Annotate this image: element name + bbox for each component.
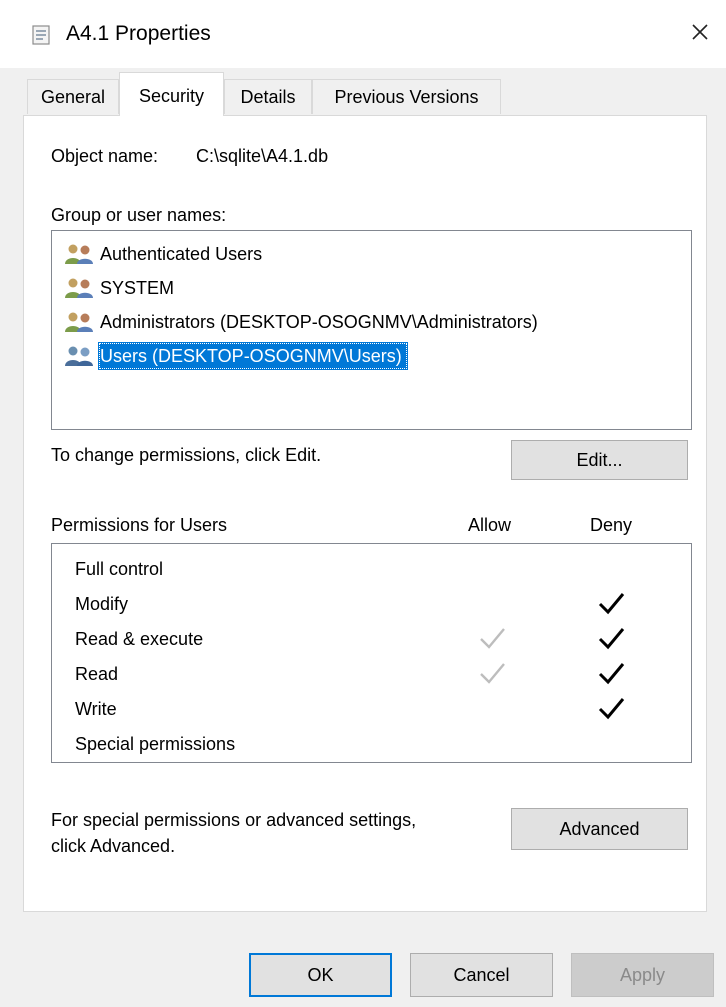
users-group-icon (64, 345, 98, 367)
users-group-icon (64, 243, 98, 265)
deny-check-icon (598, 593, 625, 615)
permission-name: Read & execute (75, 629, 204, 649)
tab-details[interactable]: Details (224, 79, 312, 114)
list-item-label: SYSTEM (100, 278, 175, 298)
object-name-value: C:\sqlite\A4.1.db (196, 146, 329, 166)
list-item-authenticated-users[interactable]: Authenticated Users (64, 239, 268, 269)
users-group-icon (64, 277, 98, 299)
deny-check-icon (598, 628, 625, 650)
tab-general[interactable]: General (27, 79, 119, 114)
cancel-button[interactable]: Cancel (410, 953, 553, 997)
advanced-button[interactable]: Advanced (511, 808, 688, 850)
permission-row-read-execute: Read & execute (52, 622, 691, 657)
permissions-for-label: Permissions for Users (51, 515, 228, 535)
close-button[interactable] (678, 10, 722, 54)
permission-name: Modify (75, 594, 129, 614)
permission-name: Read (75, 664, 119, 684)
advanced-hint-line2: click Advanced. (51, 836, 176, 856)
window-title: A4.1 Properties (66, 22, 211, 45)
close-icon (692, 24, 708, 40)
inherited-allow-check-icon (480, 663, 505, 684)
inherited-allow-check-icon (480, 628, 505, 649)
permissions-list: Full control Modify Read & execute Read … (51, 543, 692, 763)
list-item-users[interactable]: Users (DESKTOP-OSOGNMV\Users) (64, 341, 408, 371)
group-user-listbox[interactable]: Authenticated Users SYSTEM Administrator… (51, 230, 692, 430)
list-item-label: Authenticated Users (100, 244, 263, 264)
edit-button[interactable]: Edit... (511, 440, 688, 480)
list-item-administrators[interactable]: Administrators (DESKTOP-OSOGNMV\Administ… (64, 307, 544, 337)
allow-column-header: Allow (468, 515, 512, 535)
advanced-hint-line1: For special permissions or advanced sett… (51, 810, 417, 830)
permission-row-special: Special permissions (52, 727, 691, 762)
object-name-label: Object name: (51, 146, 159, 166)
ok-button[interactable]: OK (249, 953, 392, 997)
list-item-system[interactable]: SYSTEM (64, 273, 180, 303)
permission-name: Full control (75, 559, 164, 579)
permission-row-read: Read (52, 657, 691, 692)
deny-column-header: Deny (590, 515, 633, 535)
change-permissions-hint: To change permissions, click Edit. (51, 445, 322, 465)
permission-row-write: Write (52, 692, 691, 727)
permission-name: Write (75, 699, 117, 719)
tab-previous-versions[interactable]: Previous Versions (312, 79, 501, 114)
apply-button[interactable]: Apply (571, 953, 714, 997)
list-item-label: Users (DESKTOP-OSOGNMV\Users) (98, 342, 408, 370)
tab-security[interactable]: Security (119, 72, 224, 116)
permission-row-modify: Modify (52, 587, 691, 622)
permission-row-full-control: Full control (52, 552, 691, 587)
deny-check-icon (598, 663, 625, 685)
users-group-icon (64, 311, 98, 333)
group-names-label: Group or user names: (51, 205, 227, 225)
file-properties-icon (30, 24, 52, 46)
deny-check-icon (598, 698, 625, 720)
list-item-label: Administrators (DESKTOP-OSOGNMV\Administ… (100, 312, 538, 332)
permission-name: Special permissions (75, 734, 236, 754)
